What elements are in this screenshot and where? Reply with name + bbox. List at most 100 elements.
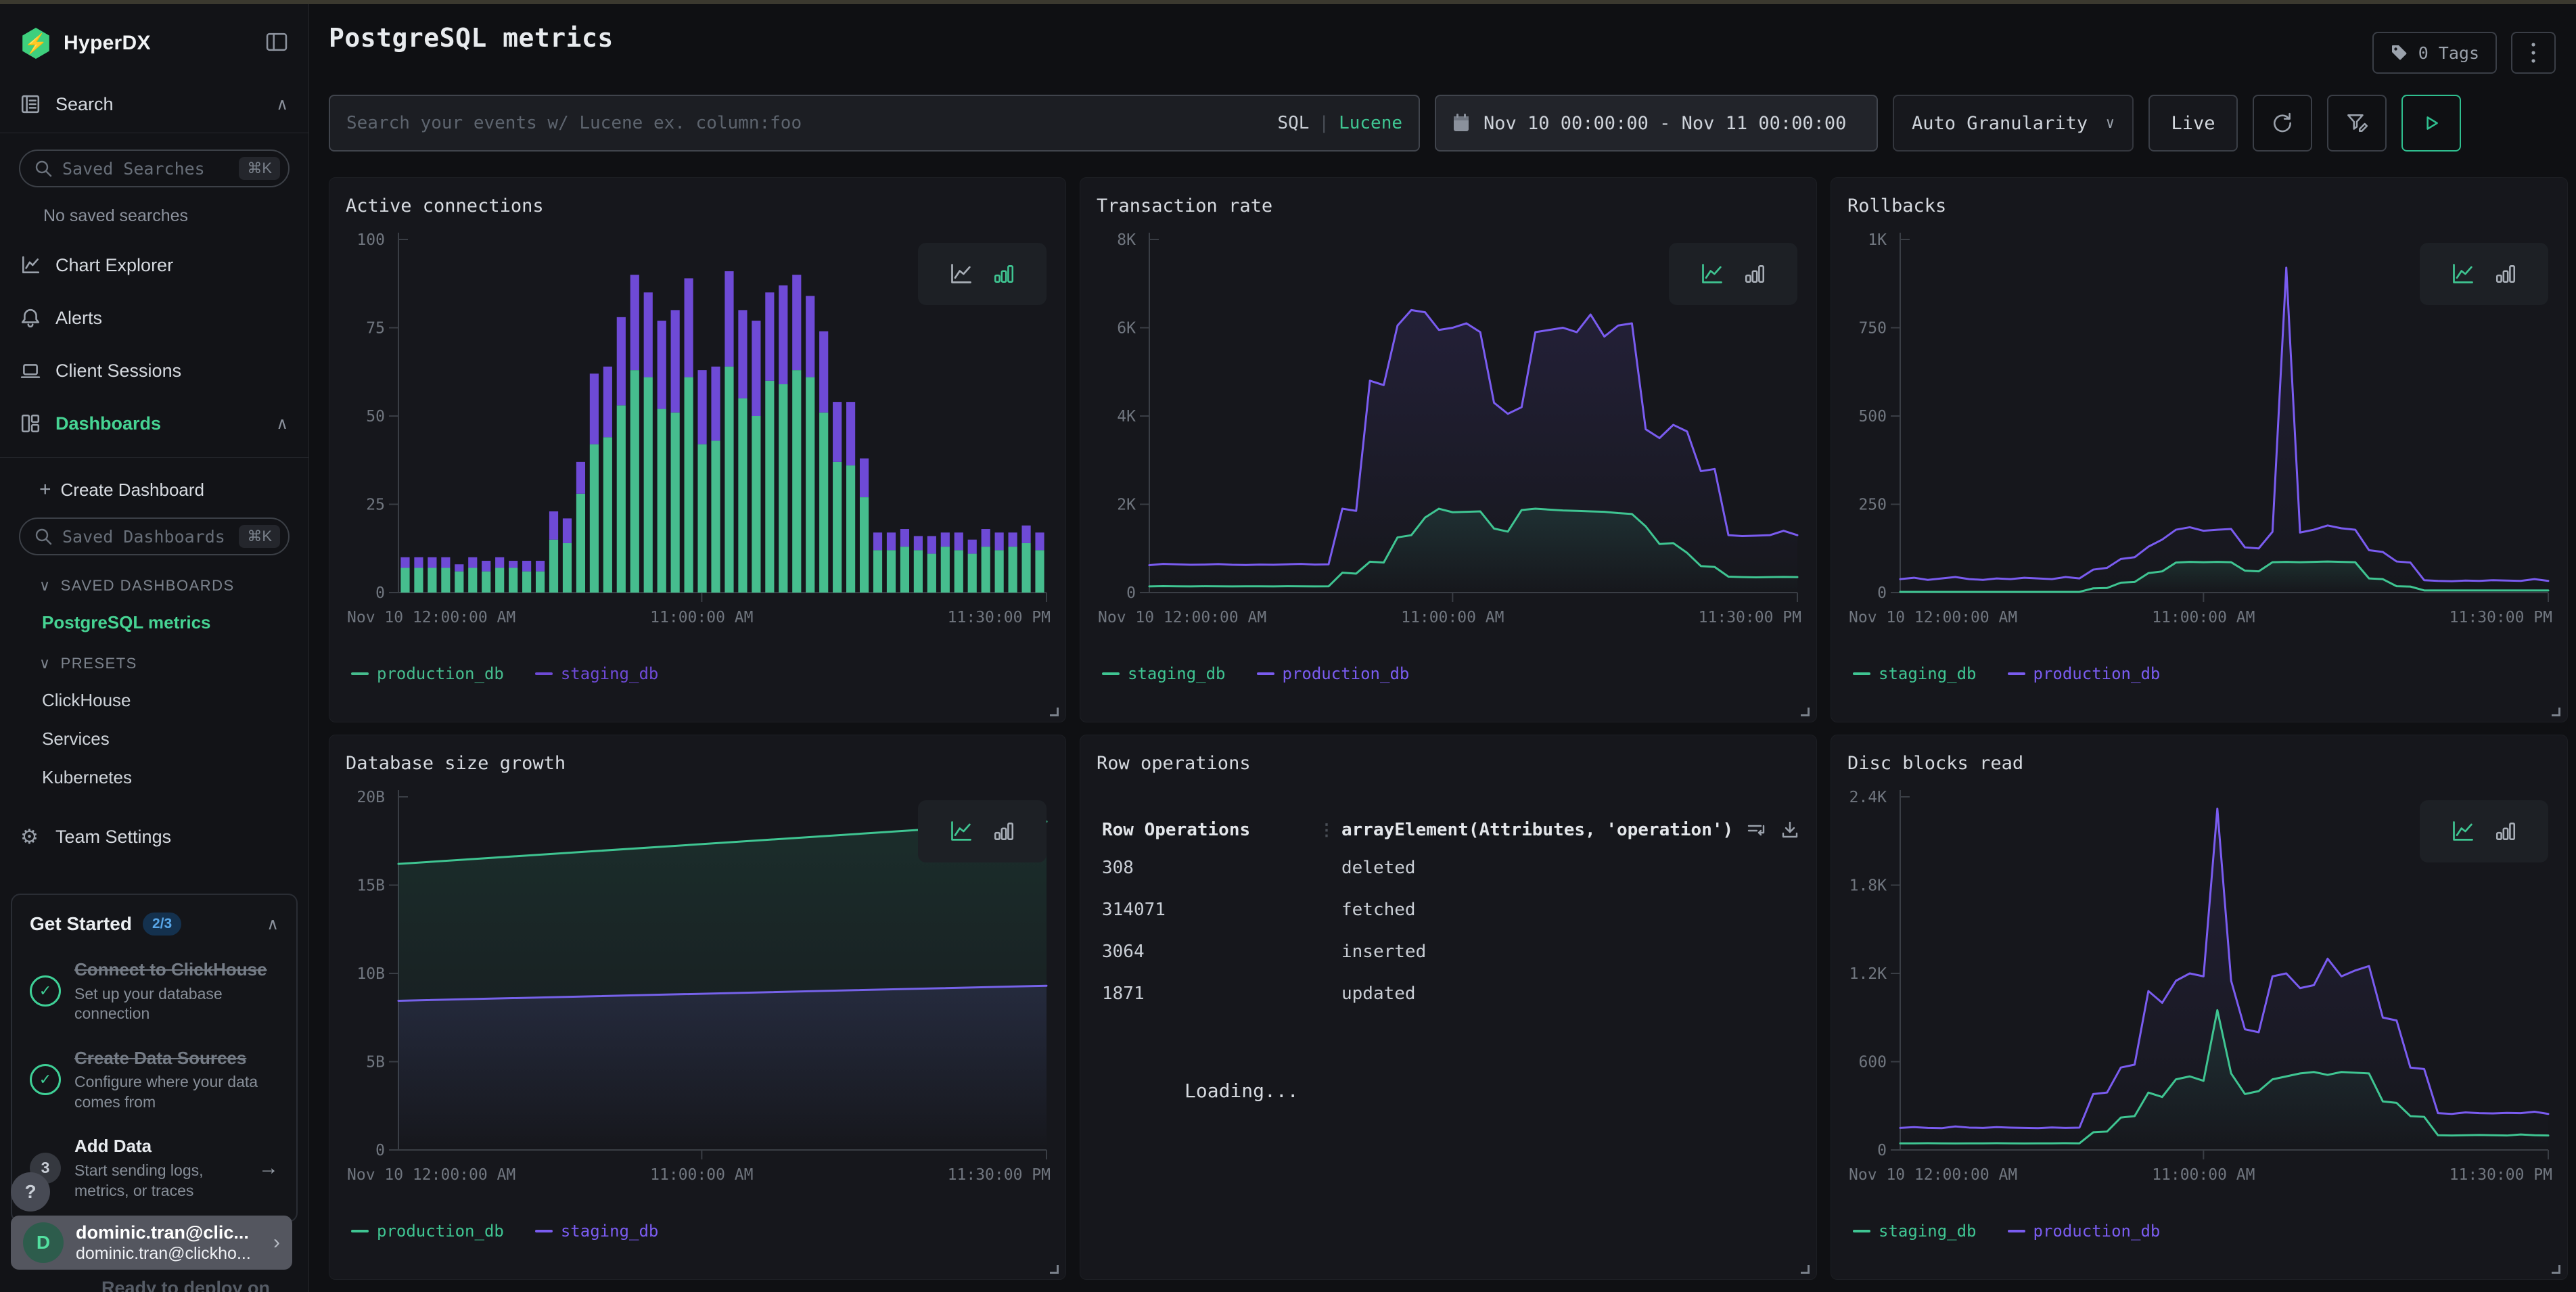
granularity-select[interactable]: Auto Granularity ∨ [1893, 95, 2134, 152]
table-body: 308deleted314071fetched3064inserted1871u… [1097, 847, 1800, 1015]
help-button[interactable]: ? [11, 1172, 50, 1212]
legend-swatch [535, 672, 553, 675]
task-add-data[interactable]: 3 Add Data Start sending logs, metrics, … [30, 1135, 279, 1201]
table-row[interactable]: 3064inserted [1097, 931, 1800, 973]
legend-item[interactable]: production_db [351, 1222, 504, 1241]
chart-legend: staging_db production_db [1097, 664, 1800, 683]
svg-text:11:00:00 AM: 11:00:00 AM [650, 609, 753, 626]
bell-icon [20, 308, 42, 328]
task-connect-clickhouse[interactable]: ✓ Connect to ClickHouse Set up your data… [30, 959, 279, 1024]
saved-searches-box[interactable]: ⌘K [19, 149, 290, 187]
svg-text:11:30:00 PM: 11:30:00 PM [2450, 609, 2552, 626]
saved-dashboards-box[interactable]: ⌘K [19, 517, 290, 555]
sidebar-item-clickhouse[interactable]: ClickHouse [42, 690, 288, 711]
sidebar-item-alerts[interactable]: Alerts [0, 299, 308, 337]
legend-label: production_db [2033, 1222, 2161, 1241]
cell-count: 1871 [1102, 984, 1341, 1004]
task-create-data-sources[interactable]: ✓ Create Data Sources Configure where yo… [30, 1047, 279, 1113]
sql-mode-toggle[interactable]: SQL [1277, 113, 1309, 133]
line-chart-toggle-icon[interactable] [1700, 262, 1724, 285]
sidebar-item-search[interactable]: Search ∧ [0, 85, 308, 123]
event-search-input[interactable] [346, 113, 1266, 133]
legend-item[interactable]: production_db [2008, 664, 2161, 683]
chart-type-toggle [1669, 243, 1797, 305]
divider [0, 457, 308, 458]
avatar: D [23, 1222, 64, 1263]
resize-handle[interactable] [1050, 1265, 1059, 1274]
svg-text:0: 0 [1877, 584, 1887, 602]
kbd-shortcut: ⌘K [239, 525, 280, 548]
column-header[interactable]: arrayElement(Attributes, 'operation') [1341, 820, 1746, 840]
legend-item[interactable]: production_db [2008, 1222, 2161, 1241]
get-started-card: Get Started 2/3 ∧ ✓ Connect to ClickHous… [11, 894, 298, 1222]
legend-item[interactable]: production_db [351, 664, 504, 683]
user-account-button[interactable]: D dominic.tran@clic... dominic.tran@clic… [11, 1216, 292, 1270]
legend-item[interactable]: staging_db [535, 1222, 659, 1241]
saved-dashboards-section-toggle[interactable]: ∨ SAVED DASHBOARDS [39, 577, 288, 595]
bar-chart-toggle-icon[interactable] [2494, 820, 2517, 843]
sidebar-item-dashboards[interactable]: Dashboards ∧ [0, 405, 308, 442]
task-subtitle: Configure where your data comes from [74, 1072, 271, 1112]
line-chart-toggle-icon[interactable] [2451, 262, 2475, 285]
tags-button[interactable]: 0 Tags [2372, 32, 2497, 74]
event-search-box[interactable]: SQL | Lucene [329, 95, 1420, 152]
resize-handle[interactable] [2552, 708, 2560, 716]
table-row[interactable]: 308deleted [1097, 847, 1800, 889]
resize-handle[interactable] [1050, 708, 1059, 716]
svg-text:500: 500 [1858, 408, 1887, 425]
sidebar-item-chart-explorer[interactable]: Chart Explorer [0, 246, 308, 284]
saved-searches-input[interactable] [62, 159, 229, 179]
refresh-button[interactable] [2253, 95, 2312, 152]
chevron-up-icon[interactable]: ∧ [267, 915, 279, 934]
column-resize-handle[interactable]: ⋮ [1318, 821, 1341, 839]
resize-handle[interactable] [1801, 708, 1810, 716]
create-dashboard-button[interactable]: + Create Dashboard [39, 478, 288, 501]
sidebar-item-client-sessions[interactable]: Client Sessions [0, 352, 308, 390]
table-row[interactable]: 1871updated [1097, 973, 1800, 1015]
sidebar-item-services[interactable]: Services [42, 729, 288, 749]
cell-operation: fetched [1341, 900, 1416, 920]
more-options-button[interactable] [2511, 32, 2556, 74]
bar-chart-toggle-icon[interactable] [1743, 262, 1766, 285]
tags-count-label: 0 Tags [2418, 43, 2479, 63]
presets-section-toggle[interactable]: ∨ PRESETS [39, 655, 288, 672]
bar-chart-toggle-icon[interactable] [992, 262, 1015, 285]
legend-label: staging_db [1128, 664, 1226, 683]
saved-dashboards-input[interactable] [62, 527, 229, 547]
column-header[interactable]: Row Operations [1102, 820, 1318, 840]
lucene-mode-toggle[interactable]: Lucene [1339, 113, 1402, 133]
live-button[interactable]: Live [2148, 95, 2238, 152]
sidebar-item-team-settings[interactable]: ⚙ Team Settings [0, 818, 308, 856]
filter-button[interactable] [2327, 95, 2387, 152]
svg-text:Nov 10 12:00:00 AM: Nov 10 12:00:00 AM [347, 1166, 515, 1184]
bar-chart-toggle-icon[interactable] [2494, 262, 2517, 285]
legend-item[interactable]: staging_db [535, 664, 659, 683]
bar-chart-toggle-icon[interactable] [992, 820, 1015, 843]
run-query-button[interactable] [2401, 95, 2461, 152]
task-subtitle: Set up your database connection [74, 984, 271, 1024]
svg-text:11:30:00 PM: 11:30:00 PM [948, 609, 1051, 626]
table-row[interactable]: 314071fetched [1097, 889, 1800, 931]
legend-item[interactable]: staging_db [1853, 664, 1977, 683]
legend-item[interactable]: staging_db [1853, 1222, 1977, 1241]
download-icon[interactable] [1780, 820, 1800, 840]
sidebar-item-postgresql-metrics[interactable]: PostgreSQL metrics [42, 612, 288, 633]
legend-swatch [1102, 672, 1120, 675]
svg-text:15B: 15B [356, 877, 385, 895]
legend-swatch [2008, 1230, 2025, 1232]
legend-item[interactable]: production_db [1257, 664, 1410, 683]
resize-handle[interactable] [2552, 1265, 2560, 1274]
chevron-up-icon: ∧ [276, 95, 288, 114]
resize-handle[interactable] [1801, 1265, 1810, 1274]
legend-item[interactable]: staging_db [1102, 664, 1226, 683]
line-chart-toggle-icon[interactable] [949, 820, 973, 843]
legend-swatch [351, 1230, 369, 1232]
collapse-sidebar-icon[interactable] [265, 32, 288, 55]
line-chart-toggle-icon[interactable] [949, 262, 973, 285]
line-chart-toggle-icon[interactable] [2451, 820, 2475, 843]
sidebar-item-kubernetes[interactable]: Kubernetes [42, 767, 288, 788]
gear-icon: ⚙ [20, 825, 42, 849]
date-range-picker[interactable]: Nov 10 00:00:00 - Nov 11 00:00:00 [1435, 95, 1878, 152]
sort-rows-icon[interactable] [1746, 820, 1766, 840]
chevron-down-icon: ∨ [2106, 115, 2115, 132]
